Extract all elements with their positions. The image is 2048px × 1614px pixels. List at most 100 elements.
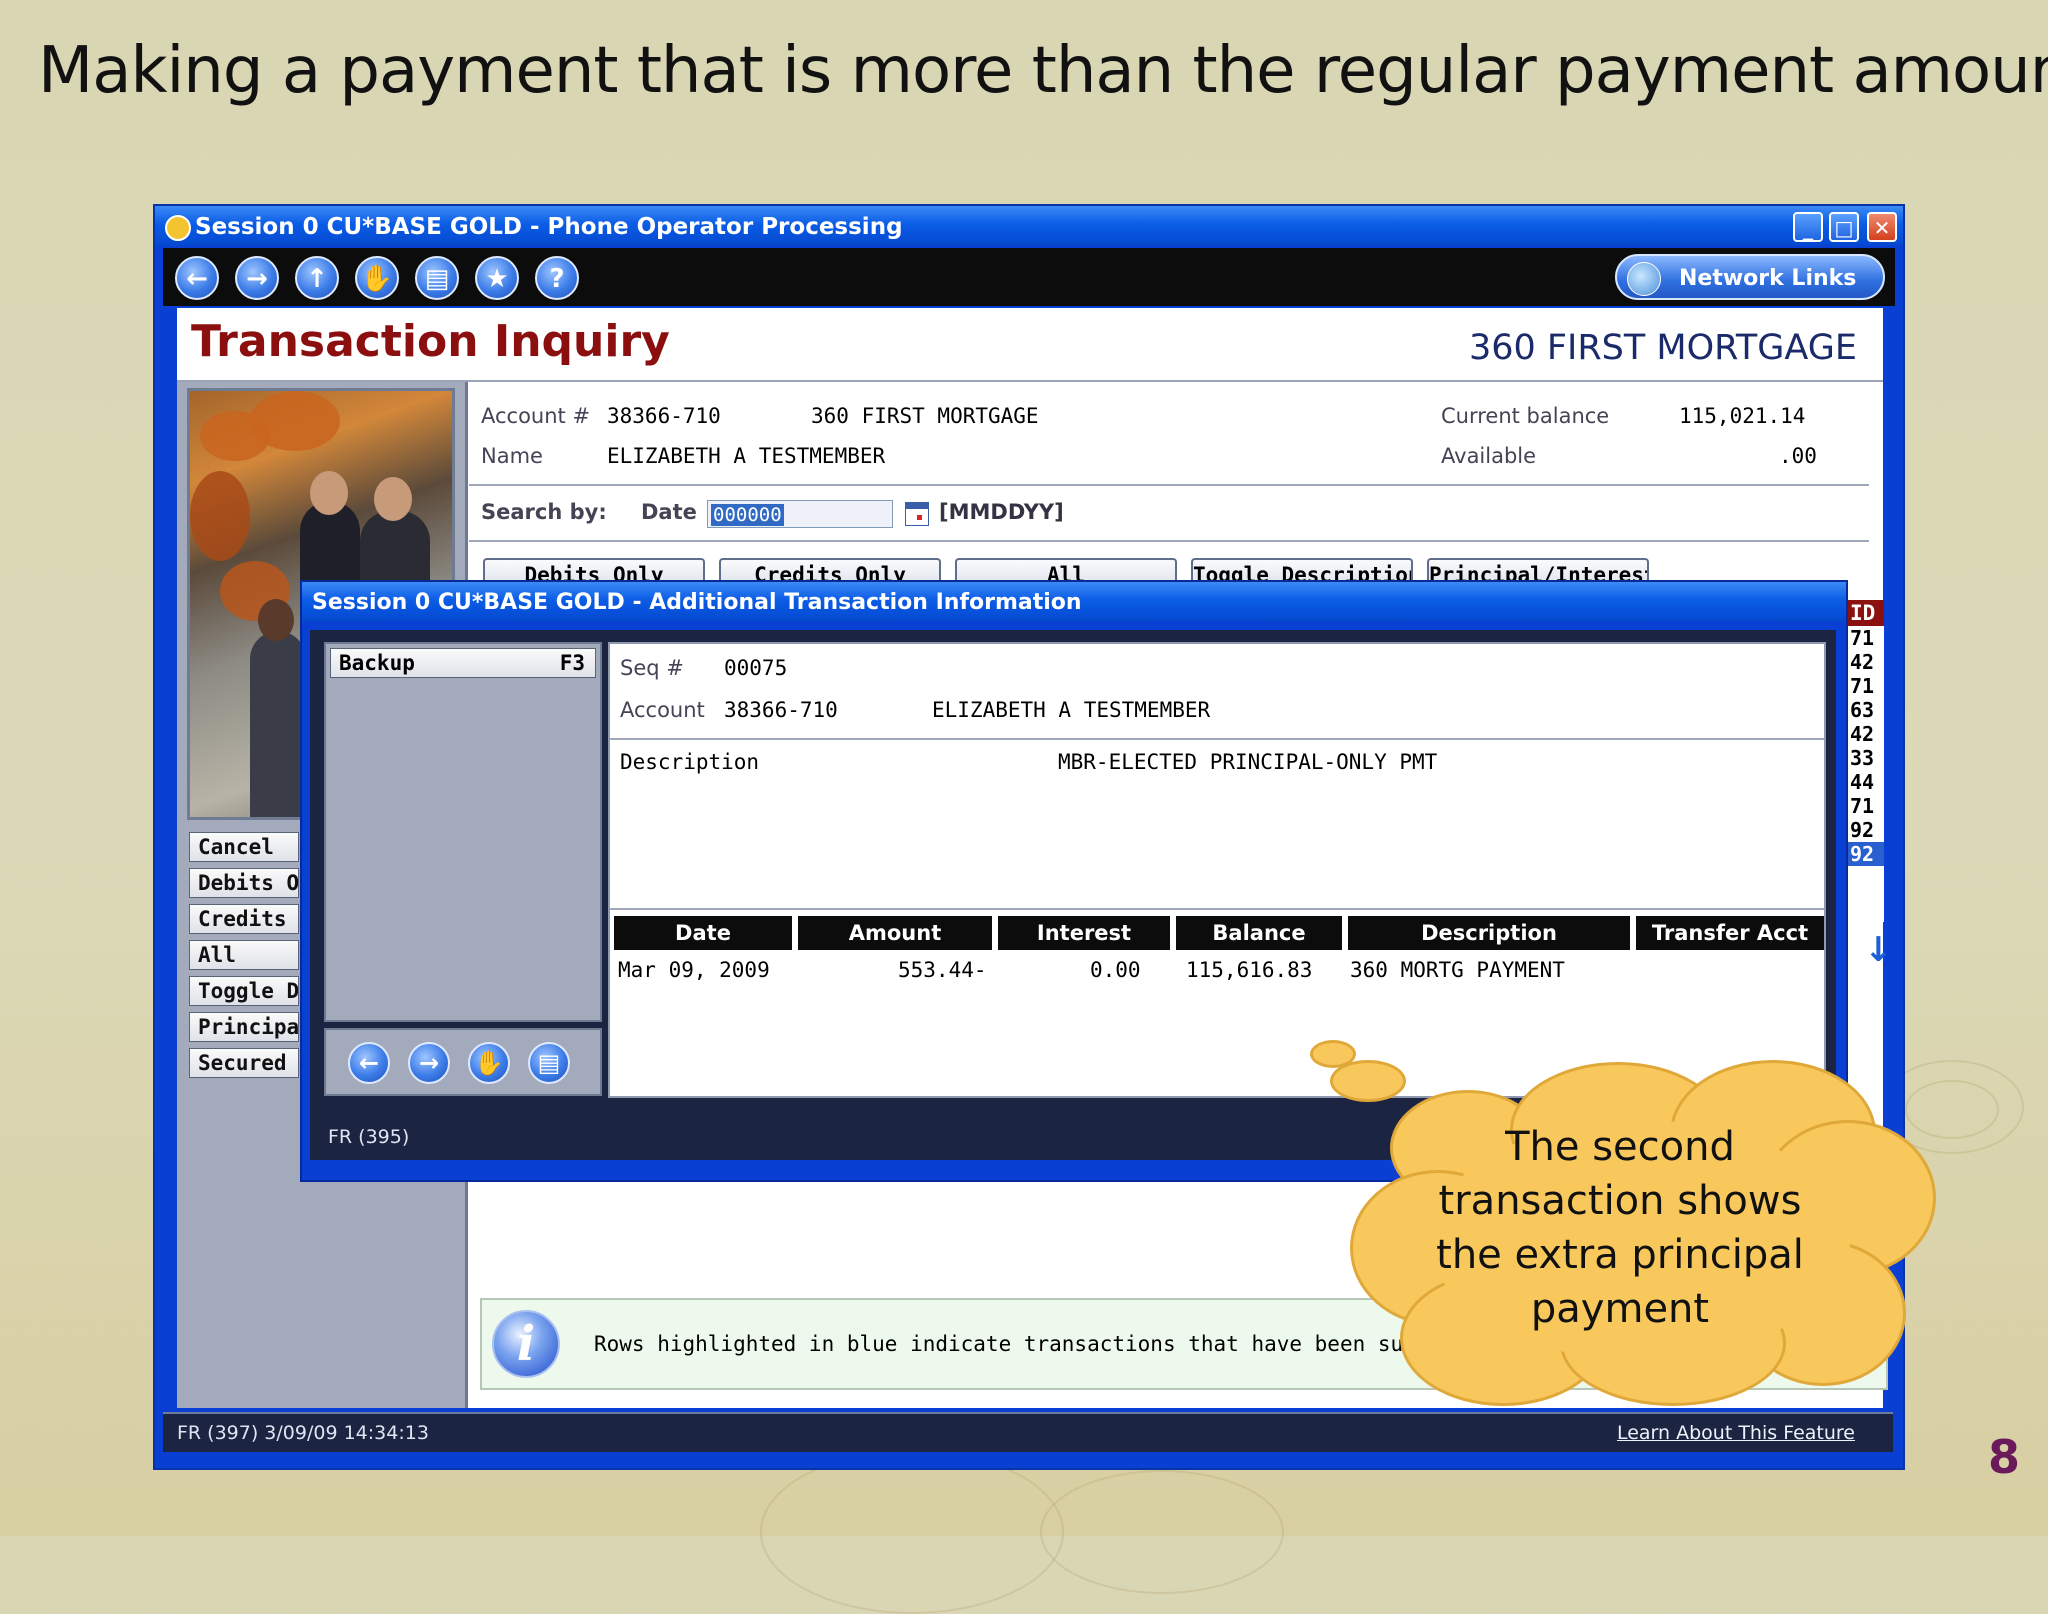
callout-text: The second transaction shows the extra p…	[1400, 1120, 1840, 1336]
id-cell: 71	[1850, 626, 1875, 650]
page-number: 8	[1987, 1430, 2020, 1484]
date-search-input[interactable]: 000000	[707, 500, 893, 528]
info-icon: i	[492, 1310, 560, 1378]
dialog-nav-panel: ← → ✋ ▤	[324, 1028, 602, 1096]
column-header-transfer-acct: Transfer Acct	[1636, 916, 1824, 950]
id-cell-selected[interactable]: 92	[1844, 842, 1884, 866]
window-title: Session 0 CU*BASE GOLD - Phone Operator …	[195, 214, 903, 240]
account-number: 38366-710	[607, 404, 721, 428]
callout-line: payment	[1530, 1286, 1710, 1332]
dialog-sidebar: Backup F3	[324, 642, 602, 1022]
callout-line: The second	[1505, 1124, 1735, 1170]
scroll-down-arrow-icon[interactable]: ↓	[1864, 930, 1893, 970]
globe-icon	[1627, 262, 1661, 296]
network-links-button[interactable]: Network Links	[1615, 254, 1885, 300]
network-links-label: Network Links	[1679, 266, 1857, 291]
divider	[469, 484, 1869, 486]
backup-shortcut: F3	[559, 651, 585, 675]
callout-line: transaction shows	[1438, 1178, 1802, 1224]
backup-button[interactable]: Backup F3	[330, 648, 596, 678]
sidebar-secured-button[interactable]: Secured I	[189, 1048, 299, 1078]
toolbar: ← → ↑ ✋ ▤ ★ ? Network Links	[163, 248, 1895, 306]
minimize-button[interactable]: _	[1793, 212, 1823, 242]
sidebar-all-button[interactable]: All	[189, 940, 299, 970]
divider	[610, 738, 1824, 740]
account-description: 360 FIRST MORTGAGE	[811, 404, 1039, 428]
app-icon	[165, 215, 191, 241]
available-value: .00	[1779, 444, 1817, 468]
row-amount: 553.44-	[898, 958, 987, 982]
page-title: Transaction Inquiry	[191, 316, 670, 367]
print-icon[interactable]: ▤	[528, 1042, 570, 1084]
backup-label: Backup	[339, 651, 415, 675]
row-interest: 0.00	[1090, 958, 1141, 982]
id-cell: 33	[1850, 746, 1875, 770]
sidebar-credits-button[interactable]: Credits O	[189, 904, 299, 934]
column-header-balance: Balance	[1176, 916, 1342, 950]
divider	[610, 908, 1824, 910]
forward-arrow-icon[interactable]: →	[235, 256, 279, 300]
dialog-title: Session 0 CU*BASE GOLD - Additional Tran…	[312, 590, 1082, 615]
id-cell: 42	[1850, 650, 1875, 674]
date-label: Date	[641, 500, 697, 524]
dialog-account-name: ELIZABETH A TESTMEMBER	[932, 698, 1211, 722]
available-label: Available	[1441, 444, 1537, 468]
column-header-description: Description	[1348, 916, 1630, 950]
name-label: Name	[481, 444, 543, 468]
column-header-date: Date	[614, 916, 792, 950]
description-label: Description	[620, 750, 760, 774]
description-value: MBR-ELECTED PRINCIPAL-ONLY PMT	[1058, 750, 1438, 774]
close-button[interactable]: ✕	[1867, 212, 1897, 242]
back-arrow-icon[interactable]: ←	[348, 1042, 390, 1084]
id-cell: 71	[1850, 794, 1875, 818]
current-balance-value: 115,021.14	[1679, 404, 1806, 428]
dialog-account-number: 38366-710	[724, 698, 838, 722]
forward-arrow-icon[interactable]: →	[408, 1042, 450, 1084]
title-bar: Session 0 CU*BASE GOLD - Phone Operator …	[155, 206, 1903, 246]
calendar-icon[interactable]	[905, 502, 929, 526]
dialog-title-bar: Session 0 CU*BASE GOLD - Additional Tran…	[302, 582, 1846, 622]
sidebar-debits-button[interactable]: Debits On	[189, 868, 299, 898]
sidebar-toggle-button[interactable]: Toggle De	[189, 976, 299, 1006]
id-cell: 71	[1850, 674, 1875, 698]
background-swirl	[1040, 1470, 1284, 1594]
print-icon[interactable]: ▤	[415, 256, 459, 300]
divider	[469, 540, 1869, 542]
back-arrow-icon[interactable]: ←	[175, 256, 219, 300]
row-description: 360 MORTG PAYMENT	[1350, 958, 1565, 982]
learn-about-feature-link[interactable]: Learn About This Feature	[1617, 1422, 1855, 1444]
favorite-star-icon[interactable]: ★	[475, 256, 519, 300]
member-name: ELIZABETH A TESTMEMBER	[607, 444, 886, 468]
id-cell: 44	[1850, 770, 1875, 794]
stop-hand-icon[interactable]: ✋	[468, 1042, 510, 1084]
account-label: Account #	[481, 404, 591, 428]
id-cell: 42	[1850, 722, 1875, 746]
date-format-hint: [MMDDYY]	[939, 500, 1064, 524]
callout-line: the extra principal	[1436, 1232, 1804, 1278]
dialog-account-label: Account	[620, 698, 705, 722]
maximize-button[interactable]: □	[1829, 212, 1859, 242]
stop-hand-icon[interactable]: ✋	[355, 256, 399, 300]
seq-label: Seq #	[620, 656, 684, 680]
id-cell: 63	[1850, 698, 1875, 722]
column-header-interest: Interest	[998, 916, 1170, 950]
slide-title: Making a payment that is more than the r…	[38, 34, 2048, 108]
date-input-value: 000000	[711, 504, 784, 526]
up-arrow-icon[interactable]: ↑	[295, 256, 339, 300]
column-header-amount: Amount	[798, 916, 992, 950]
sidebar-principal-button[interactable]: Principal/	[189, 1012, 299, 1042]
id-cell: 92	[1850, 818, 1875, 842]
dialog-detail-panel: Seq # 00075 Account 38366-710 ELIZABETH …	[608, 642, 1826, 1098]
background-swirl	[760, 1450, 1064, 1614]
dialog-status-text: FR (395)	[328, 1126, 410, 1148]
sidebar-cancel-button[interactable]: Cancel	[189, 832, 299, 862]
row-balance: 115,616.83	[1186, 958, 1313, 982]
status-bar: FR (397) 3/09/09 14:34:13 Learn About Th…	[163, 1412, 1893, 1452]
row-date: Mar 09, 2009	[618, 958, 770, 982]
help-icon[interactable]: ?	[535, 256, 579, 300]
id-column-header: ID	[1844, 600, 1884, 626]
header-bar: Transaction Inquiry 360 FIRST MORTGAGE	[177, 308, 1883, 382]
current-balance-label: Current balance	[1441, 404, 1610, 428]
status-text: FR (397) 3/09/09 14:34:13	[177, 1422, 429, 1444]
account-type-heading: 360 FIRST MORTGAGE	[1468, 328, 1857, 368]
